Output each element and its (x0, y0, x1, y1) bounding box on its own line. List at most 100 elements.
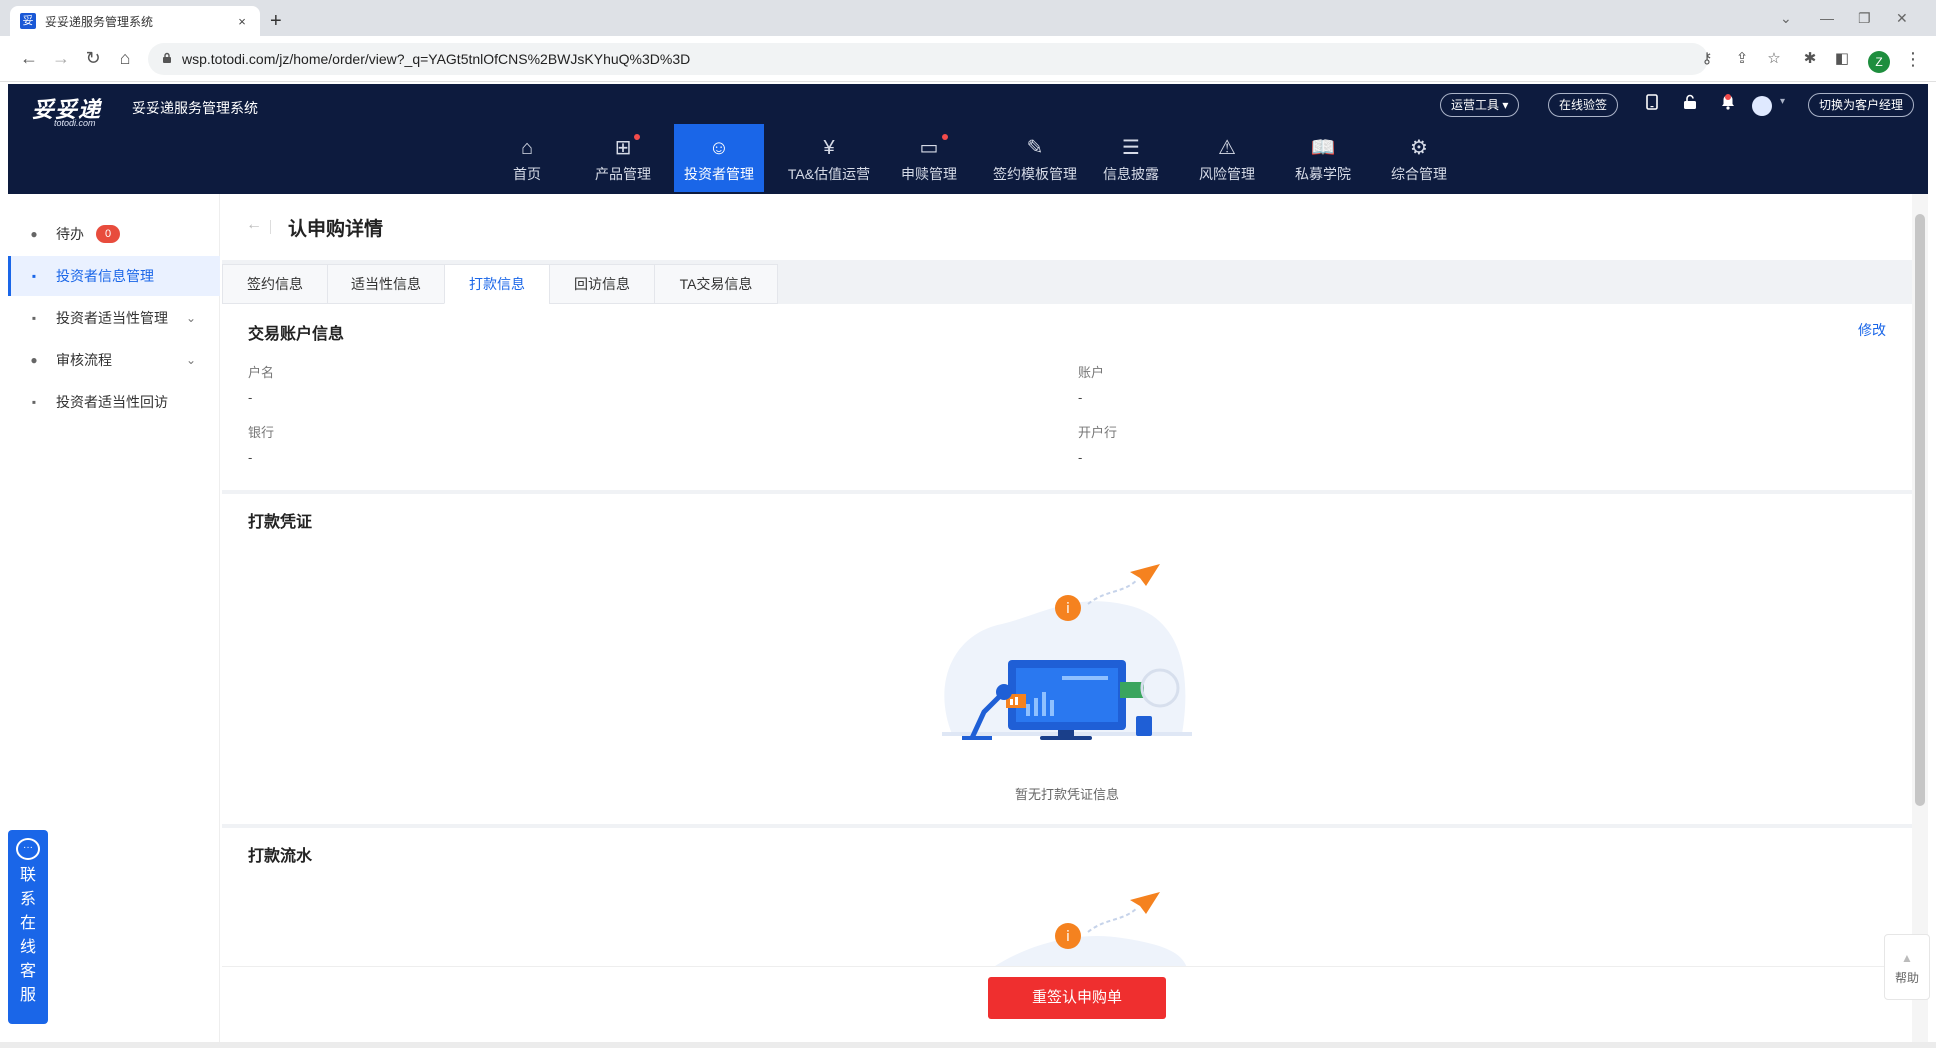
sidebar-item-audit-flow[interactable]: ● 审核流程 ⌄ (8, 340, 220, 380)
tab-payment-info[interactable]: 打款信息 (444, 264, 550, 304)
password-key-icon[interactable]: ⚷ (1697, 49, 1717, 67)
browser-tab[interactable]: 妥 妥妥递服务管理系统 × (10, 6, 260, 36)
nav-item-redemption[interactable]: ▭ 申赎管理 (884, 124, 974, 192)
nav-label: 产品管理 (595, 166, 651, 182)
browser-tab-strip: 妥 妥妥递服务管理系统 × + ⌄ — ❐ ✕ (0, 0, 1936, 36)
back-arrow-icon[interactable]: ← (246, 216, 262, 234)
minimize-button[interactable]: — (1820, 10, 1834, 26)
nav-item-template[interactable]: ✎ 签约模板管理 (980, 124, 1090, 192)
system-title: 妥妥递服务管理系统 (132, 100, 258, 116)
sidebar-item-revisit[interactable]: ▪ 投资者适当性回访 (8, 382, 220, 422)
svg-text:i: i (1066, 601, 1070, 617)
page-title-bar: ← 认申购详情 (222, 194, 1912, 260)
main-nav: ⌂ 首页 ⊞ 产品管理 ☺ 投资者管理 ¥ TA&估值运营 ▭ 申赎管理 ✎ 签… (8, 124, 1928, 192)
gear-icon: ⚙ (1410, 137, 1428, 159)
nav-item-academy[interactable]: 📖 私募学院 (1278, 124, 1368, 192)
up-arrow-icon: ▲ (1901, 951, 1913, 965)
online-service-widget[interactable]: ··· 联系在线客服 (8, 830, 48, 1024)
side-panel-icon[interactable]: ◧ (1832, 49, 1852, 67)
account-name-label: 户名 (248, 365, 275, 380)
home-icon[interactable]: ⌂ (114, 47, 136, 69)
sidebar-item-label: 投资者信息管理 (56, 268, 154, 284)
forward-icon[interactable]: → (50, 47, 72, 69)
chevron-down-icon[interactable]: ⌄ (186, 311, 196, 325)
user-icon: ☺ (708, 137, 730, 159)
user-avatar[interactable] (1752, 96, 1772, 116)
restore-button[interactable]: ❐ (1858, 10, 1871, 27)
mobile-icon[interactable] (1642, 94, 1662, 115)
nav-item-investor[interactable]: ☺ 投资者管理 (674, 124, 764, 192)
browser-toolbar: ← → ↻ ⌂ wsp.totodi.com/jz/home/order/vie… (0, 36, 1936, 82)
bookmark-star-icon[interactable]: ☆ (1764, 49, 1784, 67)
payment-flow-section: 打款流水 i (222, 828, 1912, 968)
tab-ta-trade-info[interactable]: TA交易信息 (654, 264, 778, 304)
chat-widget-label: 联系在线客服 (19, 867, 36, 1004)
online-sign-button[interactable]: 在线验签 (1548, 93, 1619, 117)
ops-tools-dropdown[interactable]: 运营工具 ▾ (1440, 93, 1520, 117)
document-icon: ☰ (1122, 137, 1140, 159)
switch-role-button[interactable]: 切换为客户经理 (1808, 93, 1915, 117)
bottom-action-bar: 重签认申购单 (222, 966, 1912, 1048)
yuan-icon: ¥ (823, 137, 835, 159)
nav-item-home[interactable]: ⌂ 首页 (482, 124, 572, 192)
notification-dot (942, 134, 948, 140)
scrollbar-thumb[interactable] (1915, 214, 1925, 806)
tab-signing-info[interactable]: 签约信息 (222, 264, 328, 304)
nav-item-product[interactable]: ⊞ 产品管理 (578, 124, 668, 192)
refresh-icon: ▪ (31, 395, 37, 409)
new-tab-button[interactable]: + (270, 11, 282, 31)
empty-state-text: 暂无打款凭证信息 (1014, 787, 1119, 802)
nav-label: 风险管理 (1199, 166, 1255, 182)
branch-value: - (1078, 450, 1083, 465)
empty-state-illustration: i (992, 892, 1187, 968)
account-name-value: - (248, 390, 253, 405)
nav-label: 签约模板管理 (993, 166, 1077, 182)
page-title: 认申购详情 (288, 219, 384, 240)
lock-icon[interactable] (1680, 94, 1700, 115)
tab-suitability-info[interactable]: 适当性信息 (327, 264, 445, 304)
browser-menu-icon[interactable]: ⋮ (1904, 49, 1922, 70)
svg-text:i: i (1066, 929, 1070, 945)
back-icon[interactable]: ← (18, 47, 40, 69)
sidebar-item-label: 待办 (56, 226, 84, 242)
share-icon[interactable]: ⇪ (1732, 49, 1752, 67)
sidebar-item-todo[interactable]: ● 待办 0 (8, 214, 220, 254)
grid-icon: ⊞ (614, 137, 632, 159)
nav-item-general[interactable]: ⚙ 综合管理 (1374, 124, 1464, 192)
tab-revisit-info[interactable]: 回访信息 (549, 264, 655, 304)
sidebar-item-label: 投资者适当性回访 (56, 394, 168, 410)
bank-label: 银行 (248, 425, 275, 440)
edit-link[interactable]: 修改 (1858, 320, 1886, 340)
logo[interactable]: 妥妥递 totodi.com (32, 92, 101, 128)
todo-count-badge: 0 (96, 225, 121, 243)
tab-close-icon[interactable]: × (234, 14, 250, 29)
url-text: wsp.totodi.com/jz/home/order/view?_q=YAG… (182, 51, 691, 67)
chevron-down-icon[interactable]: ⌄ (186, 353, 196, 367)
profile-avatar[interactable]: Z (1868, 51, 1890, 73)
extensions-icon[interactable]: ✱ (1800, 49, 1820, 67)
help-button[interactable]: ▲ 帮助 (1884, 934, 1930, 1000)
tab-search-icon[interactable]: ⌄ (1780, 10, 1792, 27)
nav-label: 首页 (513, 166, 541, 182)
favicon-icon: 妥 (20, 13, 36, 29)
clock-icon: ● (30, 227, 38, 241)
resign-order-button[interactable]: 重签认申购单 (988, 977, 1166, 1019)
address-bar[interactable]: wsp.totodi.com/jz/home/order/view?_q=YAG… (148, 43, 1708, 75)
nav-label: 私募学院 (1295, 166, 1351, 182)
sidebar-item-investor-info[interactable]: ▪ 投资者信息管理 (8, 256, 220, 296)
wallet-icon: ▭ (919, 137, 939, 159)
nav-label: 综合管理 (1391, 166, 1447, 182)
reload-icon[interactable]: ↻ (82, 47, 104, 69)
nav-label: 投资者管理 (684, 166, 754, 182)
sidebar-item-suitability[interactable]: ▪ 投资者适当性管理 ⌄ (8, 298, 220, 338)
browser-tab-title: 妥妥递服务管理系统 (45, 14, 154, 29)
empty-state-illustration: i (942, 564, 1192, 740)
window-bottom-edge (0, 1042, 1936, 1048)
section-title: 打款凭证 (248, 514, 313, 531)
nav-item-risk[interactable]: ⚠ 风险管理 (1182, 124, 1272, 192)
section-title: 打款流水 (248, 848, 313, 865)
chevron-down-icon[interactable]: ▾ (1780, 96, 1785, 107)
nav-item-disclosure[interactable]: ☰ 信息披露 (1086, 124, 1176, 192)
nav-item-ta[interactable]: ¥ TA&估值运营 (774, 124, 884, 192)
window-close-button[interactable]: ✕ (1896, 10, 1908, 27)
